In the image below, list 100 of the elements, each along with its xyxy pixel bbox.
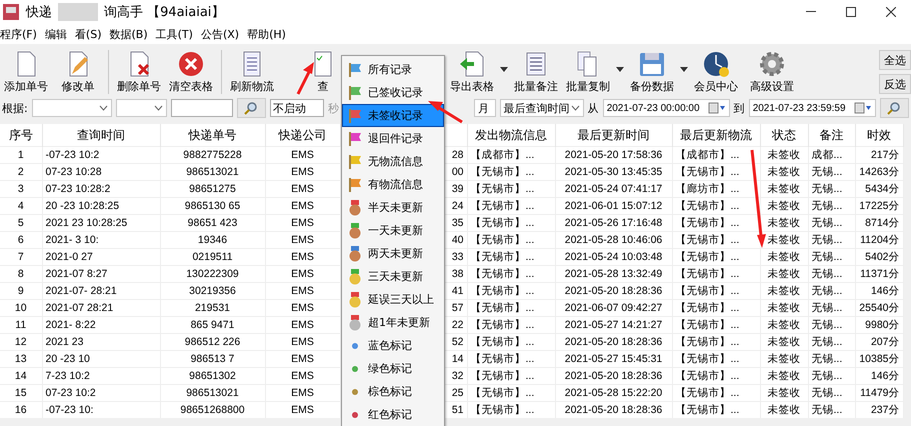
column-header[interactable]: 时效 [867, 128, 891, 142]
table-cell: EMS [291, 370, 314, 382]
date-field[interactable]: 2021-07-23 23:59:59 [748, 99, 876, 117]
table-cell: 2021-05-26 17:16:48 [564, 217, 662, 229]
menu-item[interactable]: 无物流信息 [342, 150, 444, 173]
search-button[interactable] [236, 98, 266, 118]
column-header[interactable]: 备注 [820, 128, 844, 142]
table-cell: 未签收 [768, 149, 800, 161]
window-title: 快递 [26, 4, 52, 21]
table-cell: 无锡... [812, 353, 842, 365]
table-cell: 【无锡市】... [470, 268, 534, 280]
menu-item[interactable]: 工具(T) [156, 26, 193, 42]
table-cell: 40 [452, 234, 464, 246]
caret-icon[interactable] [680, 66, 688, 72]
toolbar-button[interactable]: 备份数据 [626, 48, 678, 94]
medal-icon [348, 268, 362, 284]
menu-item[interactable]: 看(S) [74, 26, 102, 42]
menu-item[interactable]: 公告(X) [200, 26, 240, 42]
table-cell: 【无锡市】... [470, 302, 534, 314]
menu-item[interactable]: 蓝色标记 [342, 334, 444, 357]
blurred-area [58, 3, 98, 21]
toolbar-button[interactable]: 删除单号 [113, 48, 165, 94]
table-cell: 51 [452, 404, 464, 416]
menu-item[interactable]: 棕色标记 [342, 380, 444, 403]
menu-item[interactable]: 一天未更新 [342, 219, 444, 242]
menu-item[interactable]: 超1年未更新 [342, 311, 444, 334]
minimize-icon[interactable] [806, 11, 816, 13]
table-cell: 986512 226 [184, 336, 240, 348]
menu-item[interactable]: 程序(F) [0, 26, 37, 42]
date-field[interactable]: 2021-07-23 00:00:00 [602, 99, 730, 117]
menu-item[interactable]: 所有记录 [342, 58, 444, 81]
toolbar-button[interactable]: 批量复制 [562, 48, 614, 94]
toolbar-button[interactable]: 刷新物流 [226, 48, 278, 94]
table-cell: 未签收 [768, 166, 800, 178]
select-button[interactable]: 全选 [879, 50, 911, 70]
maximize-icon[interactable] [846, 7, 856, 17]
table-cell: 25 [452, 387, 464, 399]
table-cell: 2021-05-20 18:28:36 [564, 370, 662, 382]
input-field[interactable] [170, 99, 233, 117]
input-field[interactable]: 不启动 [270, 99, 324, 117]
table-cell: 【无锡市】... [470, 183, 534, 195]
menu-item[interactable]: 帮助(H) [247, 26, 286, 42]
menu-item[interactable]: 两天未更新 [342, 242, 444, 265]
dropdown[interactable]: 月 [474, 99, 496, 117]
menu-item[interactable]: 数据(B) [110, 26, 148, 42]
search-icon [887, 101, 902, 115]
column-header[interactable]: 状态 [772, 128, 796, 142]
toolbar-button[interactable]: 会员中心 [690, 48, 742, 94]
toolbar-button[interactable]: 添加单号 [0, 48, 52, 94]
menu-item[interactable]: 红色标记 [342, 403, 444, 426]
table-cell: 无锡... [812, 285, 842, 297]
column-header[interactable]: 序号 [8, 128, 33, 142]
menu-item[interactable]: 有物流信息 [342, 173, 444, 196]
table-cell: 无锡... [812, 183, 842, 195]
caret-icon[interactable] [500, 66, 508, 72]
menu-item[interactable]: 退回件记录 [342, 127, 444, 150]
dropdown[interactable]: 最后查询时间 [500, 99, 584, 117]
toolbar-button[interactable]: 批量备注 [510, 48, 562, 94]
column-header[interactable]: 最后更新物流 [680, 128, 752, 142]
menu-item[interactable]: 已签收记录 [342, 81, 444, 104]
table-cell: 986513021 [186, 387, 239, 399]
table-cell: 14 [14, 370, 27, 382]
table-cell: 【无锡市】... [470, 234, 534, 246]
table-cell: EMS [291, 268, 314, 280]
menu-item[interactable]: 未签收记录 [342, 104, 444, 127]
menu-item[interactable]: 延误三天以上 [342, 288, 444, 311]
table-cell: 未签收 [768, 285, 800, 297]
menu-item[interactable]: 三天未更新 [342, 265, 444, 288]
search-button[interactable] [880, 98, 909, 118]
table-cell: 5 [18, 217, 24, 229]
column-header[interactable]: 发出物流信息 [475, 128, 547, 142]
menu-item[interactable]: 编辑 [44, 26, 67, 42]
column-header[interactable]: 查询时间 [77, 128, 125, 142]
table-cell: -07-23 10:2 [46, 149, 100, 161]
column-header[interactable]: 最后更新时间 [578, 128, 650, 142]
column-header[interactable]: 快递单号 [188, 128, 236, 142]
table-cell: 20 -23 10:28:25 [46, 200, 120, 212]
table-cell: 865 9471 [190, 319, 234, 331]
table-cell: 【无锡市】... [470, 166, 534, 178]
column-header[interactable]: 快递公司 [278, 128, 326, 142]
toolbar-button[interactable]: 导出表格 [446, 48, 498, 94]
toolbar-button[interactable]: 修改单 [52, 48, 104, 94]
close-icon[interactable] [886, 7, 896, 17]
medal-icon [348, 314, 362, 330]
table-cell: 2021-0 27 [46, 251, 93, 263]
table-cell: 【无锡市】... [470, 217, 534, 229]
table-cell: 2021-05-24 07:41:17 [564, 183, 662, 195]
toolbar-button[interactable]: 高级设置 [746, 48, 798, 94]
menu-item[interactable]: 绿色标记 [342, 357, 444, 380]
select-button[interactable]: 反选 [879, 74, 911, 94]
menu-item[interactable]: 半天未更新 [342, 196, 444, 219]
table-cell: EMS [291, 166, 314, 178]
table-cell: EMS [291, 404, 314, 416]
table-cell: 32 [452, 370, 464, 382]
annotation-arrow [296, 62, 314, 95]
medal-icon [348, 222, 362, 238]
toolbar-button[interactable]: 查 [308, 48, 338, 94]
table-cell: 无锡... [812, 387, 842, 399]
toolbar-button[interactable]: 清空表格 [165, 48, 217, 94]
caret-icon[interactable] [616, 66, 624, 72]
